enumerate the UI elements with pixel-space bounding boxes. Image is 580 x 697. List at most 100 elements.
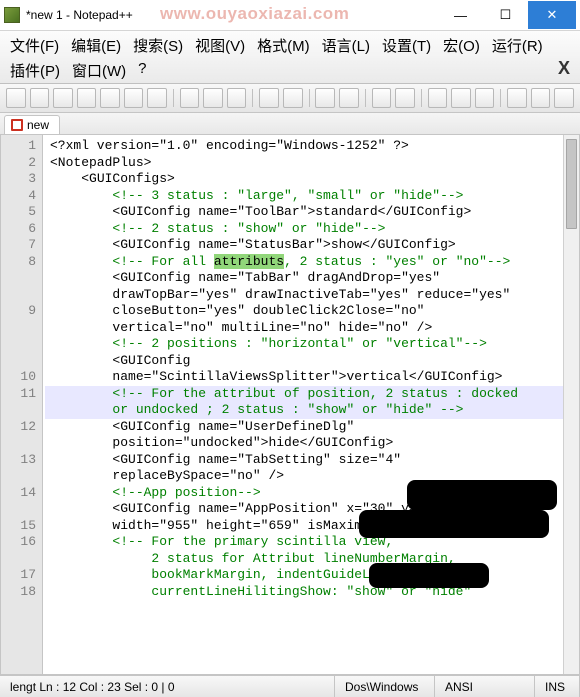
- window-title: *new 1 - Notepad++: [26, 8, 133, 22]
- close-button[interactable]: ✕: [528, 1, 576, 29]
- code-line[interactable]: drawTopBar="yes" drawInactiveTab="yes" r…: [45, 287, 577, 304]
- save-icon[interactable]: [53, 88, 73, 108]
- close-all-icon[interactable]: [124, 88, 144, 108]
- code-line[interactable]: <!-- For the attribut of position, 2 sta…: [45, 386, 577, 403]
- show-all-chars-icon[interactable]: [451, 88, 471, 108]
- menu-view[interactable]: 视图(V): [189, 33, 251, 58]
- close-file-icon[interactable]: [100, 88, 120, 108]
- status-mode: INS: [535, 676, 580, 697]
- code-line[interactable]: <NotepadPlus>: [45, 155, 577, 172]
- toolbar-separator: [309, 89, 310, 107]
- line-number: [1, 468, 36, 485]
- menu-macro[interactable]: 宏(O): [437, 33, 486, 58]
- code-line[interactable]: currentLineHilitingShow: "show" or "hide…: [45, 584, 577, 601]
- app-icon: [4, 7, 20, 23]
- menu-window[interactable]: 窗口(W): [66, 58, 132, 83]
- menu-format[interactable]: 格式(M): [251, 33, 316, 58]
- print-icon[interactable]: [147, 88, 167, 108]
- statusbar: lengt Ln : 12 Col : 23 Sel : 0 | 0 Dos\W…: [0, 675, 580, 697]
- scrollbar-thumb[interactable]: [566, 139, 577, 229]
- line-number: 5: [1, 204, 36, 221]
- menu-search[interactable]: 搜索(S): [127, 33, 189, 58]
- minimize-button[interactable]: —: [438, 1, 483, 29]
- line-number: [1, 270, 36, 287]
- line-number: 6: [1, 221, 36, 238]
- vertical-scrollbar[interactable]: [563, 135, 579, 674]
- document-close-icon[interactable]: X: [552, 58, 576, 83]
- menubar: 文件(F) 编辑(E) 搜索(S) 视图(V) 格式(M) 语言(L) 设置(T…: [0, 30, 580, 84]
- toolbar-separator: [365, 89, 366, 107]
- maximize-button[interactable]: ☐: [483, 1, 528, 29]
- menu-edit[interactable]: 编辑(E): [65, 33, 127, 58]
- code-line[interactable]: <GUIConfig name="UserDefineDlg": [45, 419, 577, 436]
- find-icon[interactable]: [315, 88, 335, 108]
- code-line[interactable]: <!-- 2 status : "show" or "hide"-->: [45, 221, 577, 238]
- tabbar: new: [0, 113, 580, 135]
- code-line[interactable]: 2 status for Attribut lineNumberMargin,: [45, 551, 577, 568]
- open-file-icon[interactable]: [30, 88, 50, 108]
- status-position: lengt Ln : 12 Col : 23 Sel : 0 | 0: [0, 676, 335, 697]
- code-line[interactable]: vertical="no" multiLine="no" hide="no" /…: [45, 320, 577, 337]
- code-line[interactable]: <!-- 2 positions : "horizontal" or "vert…: [45, 336, 577, 353]
- menu-help[interactable]: ?: [132, 58, 152, 83]
- code-line[interactable]: <?xml version="1.0" encoding="Windows-12…: [45, 138, 577, 155]
- code-line[interactable]: bookMarkMargin, indentGuideLine and: [45, 567, 577, 584]
- line-number: [1, 551, 36, 568]
- line-number: 17: [1, 567, 36, 584]
- save-all-icon[interactable]: [77, 88, 97, 108]
- watermark: www.ouyaoxiazai.com: [160, 4, 349, 24]
- window-buttons: — ☐ ✕: [438, 1, 576, 29]
- redaction-mark: [407, 480, 557, 510]
- line-number-gutter: 123456789101112131415161718: [1, 135, 43, 674]
- code-line[interactable]: <GUIConfig name="TabSetting" size="4": [45, 452, 577, 469]
- cut-icon[interactable]: [180, 88, 200, 108]
- line-number: [1, 320, 36, 337]
- line-number: 4: [1, 188, 36, 205]
- new-file-icon[interactable]: [6, 88, 26, 108]
- code-line[interactable]: name="ScintillaViewsSplitter">vertical</…: [45, 369, 577, 386]
- line-number: 10: [1, 369, 36, 386]
- tab-label: new: [27, 118, 49, 132]
- code-area[interactable]: <?xml version="1.0" encoding="Windows-12…: [43, 135, 579, 674]
- undo-icon[interactable]: [259, 88, 279, 108]
- paste-icon[interactable]: [227, 88, 247, 108]
- menu-settings[interactable]: 设置(T): [376, 33, 437, 58]
- code-line[interactable]: <GUIConfigs>: [45, 171, 577, 188]
- code-line[interactable]: <GUIConfig name="StatusBar">show</GUICon…: [45, 237, 577, 254]
- code-line[interactable]: <!-- 3 status : "large", "small" or "hid…: [45, 188, 577, 205]
- menu-run[interactable]: 运行(R): [486, 33, 549, 58]
- code-line[interactable]: <!-- For all attributs, 2 status : "yes"…: [45, 254, 577, 271]
- code-line[interactable]: position="undocked">hide</GUIConfig>: [45, 435, 577, 452]
- status-eol: Dos\Windows: [335, 676, 435, 697]
- code-line[interactable]: <GUIConfig name="ToolBar">standard</GUIC…: [45, 204, 577, 221]
- macro-record-icon[interactable]: [507, 88, 527, 108]
- macro-play-icon[interactable]: [554, 88, 574, 108]
- code-line[interactable]: closeButton="yes" doubleClick2Close="no": [45, 303, 577, 320]
- line-number: 3: [1, 171, 36, 188]
- line-number: 14: [1, 485, 36, 502]
- code-line[interactable]: <GUIConfig: [45, 353, 577, 370]
- replace-icon[interactable]: [339, 88, 359, 108]
- code-line[interactable]: <GUIConfig name="TabBar" dragAndDrop="ye…: [45, 270, 577, 287]
- tab-new[interactable]: new: [4, 115, 60, 134]
- toolbar-separator: [252, 89, 253, 107]
- line-number: 7: [1, 237, 36, 254]
- menu-language[interactable]: 语言(L): [316, 33, 376, 58]
- menu-file[interactable]: 文件(F): [4, 33, 65, 58]
- line-number: [1, 501, 36, 518]
- menu-plugins[interactable]: 插件(P): [4, 58, 66, 83]
- titlebar: *new 1 - Notepad++ www.ouyaoxiazai.com —…: [0, 0, 580, 30]
- indent-guide-icon[interactable]: [475, 88, 495, 108]
- copy-icon[interactable]: [203, 88, 223, 108]
- line-number: [1, 617, 36, 634]
- macro-stop-icon[interactable]: [531, 88, 551, 108]
- zoom-out-icon[interactable]: [395, 88, 415, 108]
- toolbar-separator: [173, 89, 174, 107]
- code-line[interactable]: or undocked ; 2 status : "show" or "hide…: [45, 402, 577, 419]
- toolbar-separator: [500, 89, 501, 107]
- line-number: [1, 435, 36, 452]
- redaction-mark: [369, 563, 489, 588]
- redo-icon[interactable]: [283, 88, 303, 108]
- wordwrap-icon[interactable]: [428, 88, 448, 108]
- zoom-in-icon[interactable]: [372, 88, 392, 108]
